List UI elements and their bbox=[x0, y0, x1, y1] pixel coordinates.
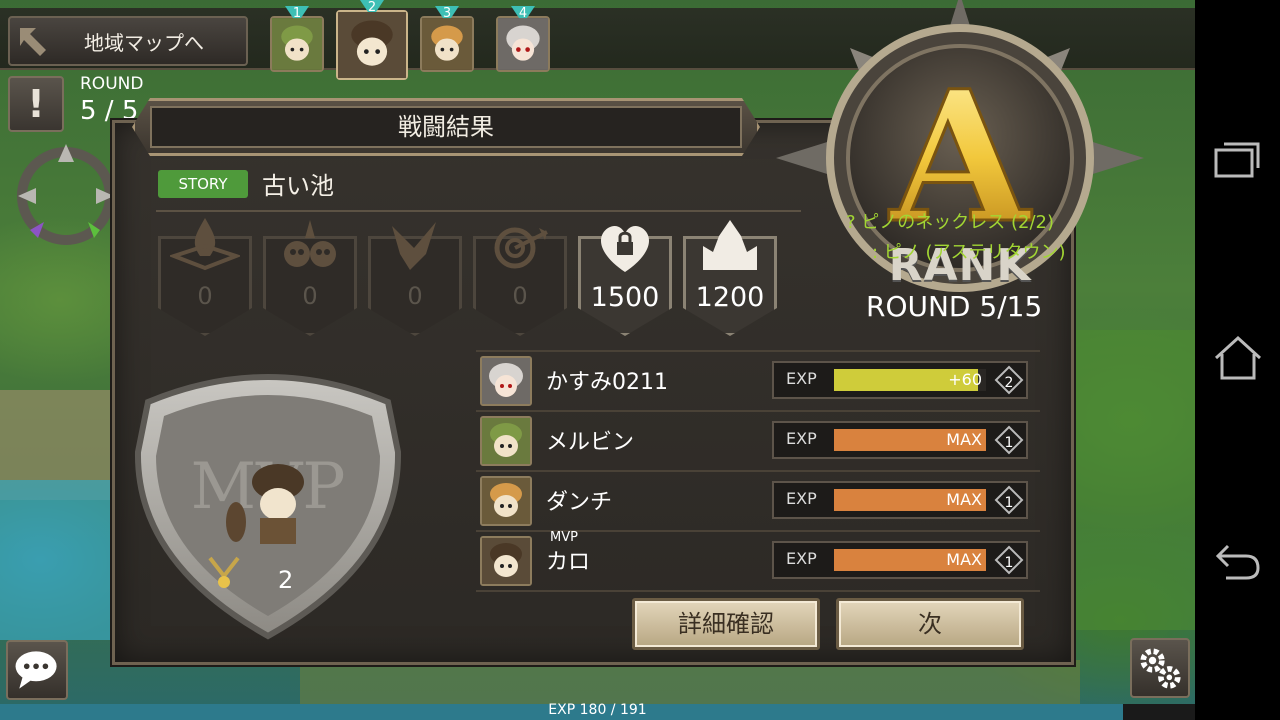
character-row: メルビン EXP MAX 1 bbox=[476, 412, 1040, 472]
level-badge: 1 bbox=[994, 545, 1024, 575]
round-label: ROUND bbox=[80, 74, 144, 94]
character-name: カロ bbox=[546, 550, 591, 575]
region-map-button[interactable]: 地域マップへ bbox=[8, 16, 248, 66]
bonus-value: 0 bbox=[512, 282, 528, 310]
character-portrait-icon bbox=[422, 18, 472, 70]
bonus-value: 0 bbox=[407, 282, 423, 310]
exp-amount: MAX bbox=[946, 430, 982, 449]
level-value: 1 bbox=[1004, 555, 1014, 571]
exp-label: EXP bbox=[786, 489, 817, 508]
panel-title: 戦闘結果 bbox=[150, 106, 742, 148]
wing-emblem-icon bbox=[392, 222, 436, 270]
exp-amount: +60 bbox=[948, 370, 982, 389]
exp-gauge: EXP MAX 1 bbox=[772, 541, 1028, 579]
bonus-shield-5: 1500 bbox=[578, 225, 672, 336]
character-name: ダンチ bbox=[546, 490, 613, 515]
bonus-shield-2: 0 bbox=[263, 220, 357, 336]
character-name: かすみ0211 bbox=[546, 370, 668, 395]
stage-name: 古い池 bbox=[262, 172, 334, 200]
level-value: 1 bbox=[1004, 435, 1014, 451]
player-exp-bar: EXP 180 / 191 bbox=[0, 702, 1195, 720]
target-arrow-icon bbox=[494, 227, 548, 269]
bush-area bbox=[1065, 330, 1195, 630]
character-portrait-icon bbox=[338, 12, 406, 78]
pond-water bbox=[0, 480, 120, 640]
locked-heart-icon bbox=[600, 225, 650, 272]
character-row: カロ MVP EXP MAX 1 bbox=[476, 530, 1040, 592]
level-badge: 1 bbox=[994, 425, 1024, 455]
bonus-value: 1500 bbox=[590, 282, 660, 313]
character-portrait-icon bbox=[498, 18, 548, 70]
exp-amount: MAX bbox=[946, 490, 982, 509]
rank-round: ROUND 5/15 bbox=[866, 290, 1043, 323]
region-map-label: 地域マップへ bbox=[84, 31, 204, 55]
exp-label: EXP bbox=[786, 429, 817, 448]
home-button[interactable] bbox=[1212, 332, 1264, 384]
player-exp-text: EXP 180 / 191 bbox=[548, 702, 647, 718]
exp-amount: MAX bbox=[946, 550, 982, 569]
bonus-shield-1: 0 bbox=[158, 218, 252, 336]
recent-apps-button[interactable] bbox=[1212, 134, 1264, 186]
settings-button[interactable] bbox=[1130, 638, 1190, 698]
back-icon bbox=[1215, 544, 1260, 580]
quest-giver: : ピノ (アステリタウン) bbox=[872, 242, 1066, 263]
bonus-shield-4: 0 bbox=[473, 227, 567, 336]
character-portrait-icon bbox=[272, 18, 322, 70]
character-name: メルビン bbox=[546, 430, 635, 455]
divider bbox=[156, 210, 801, 212]
exp-label: EXP bbox=[786, 549, 817, 568]
android-nav-bar bbox=[1195, 0, 1280, 720]
story-badge: STORY bbox=[158, 170, 248, 198]
details-button[interactable]: 詳細確認 bbox=[632, 598, 820, 650]
character-portrait-icon bbox=[480, 476, 532, 526]
gear-icon bbox=[1140, 648, 1181, 689]
bonus-value: 0 bbox=[302, 282, 318, 310]
exp-label: EXP bbox=[786, 369, 817, 388]
flame-emblem-icon bbox=[170, 218, 240, 271]
bonus-value: 1200 bbox=[695, 282, 765, 313]
level-value: 1 bbox=[1004, 495, 1014, 511]
mvp-shield: MVP bbox=[134, 374, 402, 640]
character-portrait-icon bbox=[480, 356, 532, 406]
character-portrait-icon bbox=[480, 416, 532, 466]
party-slot-4[interactable]: 4 bbox=[496, 6, 550, 72]
compass-ring-icon bbox=[17, 144, 115, 245]
recent-apps-icon bbox=[1214, 142, 1260, 178]
back-arrow-icon bbox=[20, 28, 46, 56]
back-button[interactable] bbox=[1212, 534, 1264, 586]
chat-bubble-icon bbox=[15, 651, 57, 689]
quest-progress: ? ピノのネックレス (2/2) bbox=[846, 212, 1055, 233]
character-list: かすみ0211 EXP +60 2 メルビン EXP MAX 1 ダンチ EXP… bbox=[476, 350, 1040, 592]
next-button[interactable]: 次 bbox=[836, 598, 1024, 650]
chat-button[interactable] bbox=[6, 640, 68, 700]
level-value: 2 bbox=[1004, 375, 1014, 391]
home-icon bbox=[1214, 335, 1262, 380]
crown-castle-icon bbox=[703, 220, 757, 270]
bonus-shield-3: 0 bbox=[368, 222, 462, 336]
bonus-shield-6: 1200 bbox=[683, 220, 777, 336]
party-slot-2[interactable]: 2 bbox=[336, 0, 408, 80]
party-slot-3[interactable]: 3 bbox=[420, 6, 474, 72]
alert-button[interactable]: ! bbox=[8, 76, 64, 132]
character-row: ダンチ EXP MAX 1 bbox=[476, 472, 1040, 532]
character-portrait-icon bbox=[480, 536, 532, 586]
level-badge: 1 bbox=[994, 485, 1024, 515]
mvp-tag: MVP bbox=[550, 530, 578, 545]
party-slot-1[interactable]: 1 bbox=[270, 6, 324, 72]
exp-gauge: EXP MAX 1 bbox=[772, 481, 1028, 519]
skulls-emblem-icon bbox=[284, 220, 336, 267]
mvp-count: 2 bbox=[278, 566, 294, 594]
bonus-value: 0 bbox=[197, 282, 213, 310]
exp-gauge: EXP MAX 1 bbox=[772, 421, 1028, 459]
level-badge: 2 bbox=[994, 365, 1024, 395]
